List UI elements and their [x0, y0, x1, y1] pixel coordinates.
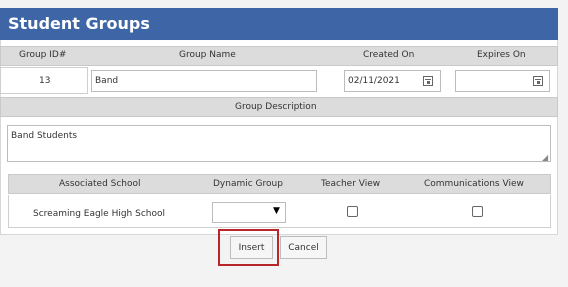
calendar-icon[interactable] [423, 76, 433, 86]
header-group-id: Group ID# [19, 50, 67, 60]
communications-view-checkbox[interactable] [472, 206, 483, 217]
dropdown-arrow-icon[interactable]: ▼ [273, 206, 280, 216]
page-title: Student Groups [8, 14, 150, 33]
resize-handle-icon[interactable]: ◢ [542, 153, 548, 162]
teacher-view-checkbox[interactable] [347, 206, 358, 217]
group-description-text: Band Students [11, 131, 78, 141]
cancel-button[interactable]: Cancel [280, 236, 327, 259]
header-teacher-view: Teacher View [321, 179, 381, 189]
header-dynamic-group: Dynamic Group [213, 179, 283, 189]
calendar-icon[interactable] [533, 76, 543, 86]
group-description-label: Group Description [235, 102, 317, 112]
header-communications-view: Communications View [424, 179, 524, 189]
header-associated-school: Associated School [59, 179, 141, 189]
header-created-on: Created On [363, 50, 415, 60]
group-name-input[interactable]: Band [91, 70, 317, 92]
insert-highlight-outline [218, 229, 279, 266]
group-table-header [0, 46, 558, 66]
associated-school-value: Screaming Eagle High School [33, 209, 165, 219]
group-description-textarea[interactable]: Band Students [7, 125, 551, 162]
header-expires-on: Expires On [477, 50, 526, 60]
group-id-value: 13 [39, 76, 51, 86]
header-group-name: Group Name [179, 50, 236, 60]
title-bar: Student Groups [0, 8, 558, 40]
